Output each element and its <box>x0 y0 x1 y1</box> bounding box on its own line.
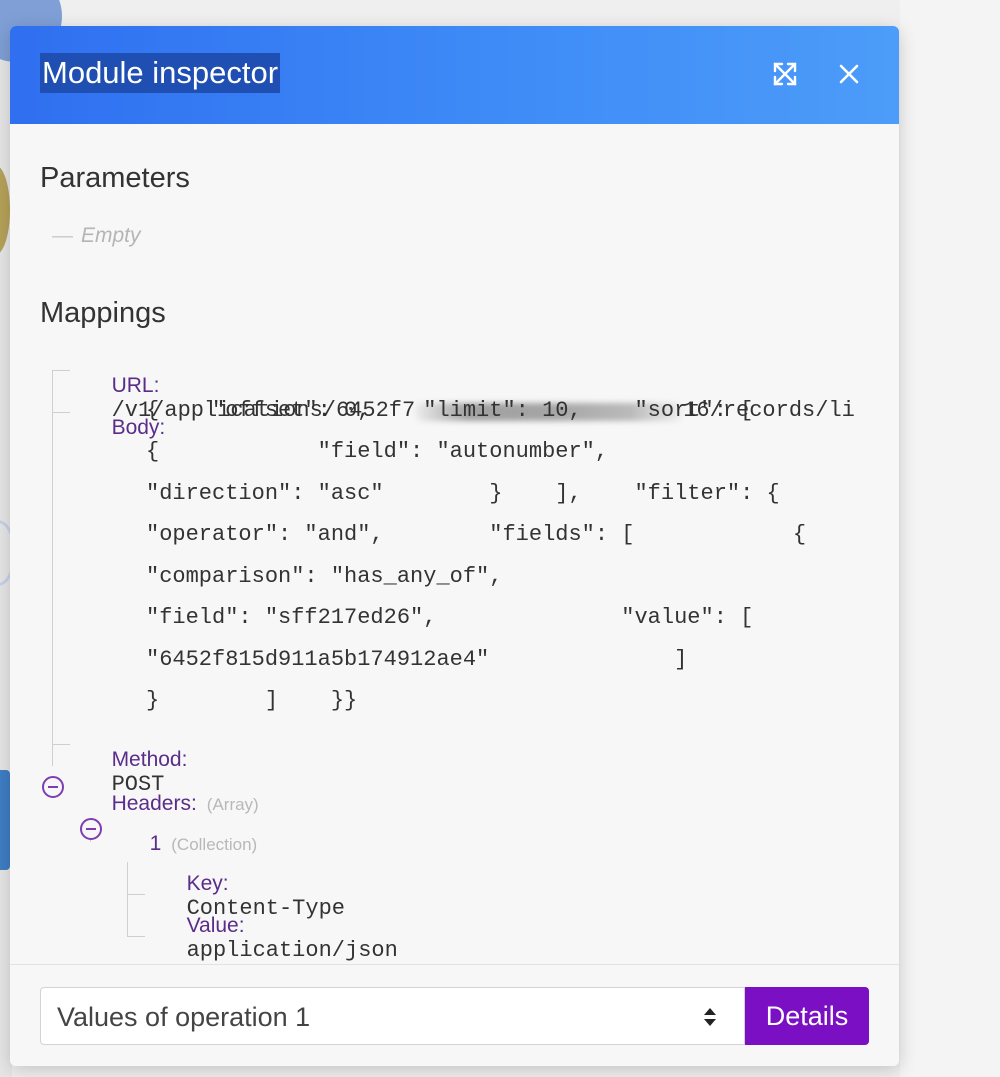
tree-line <box>52 370 70 371</box>
body-line: "field": "sff217ed26", "value": [ <box>146 605 754 630</box>
header-key-label: Key: <box>186 872 229 895</box>
headers-collapse-toggle[interactable] <box>42 776 64 798</box>
tree-line <box>52 412 70 413</box>
parameters-empty: — Empty <box>52 224 141 248</box>
tree-line <box>127 894 145 895</box>
sort-arrows-icon <box>704 1008 716 1026</box>
details-button[interactable]: Details <box>745 987 869 1045</box>
header-value-label: Value: <box>186 914 245 937</box>
operation-select-value: Values of operation 1 <box>57 1002 311 1032</box>
screen: Module inspector Parameters — Empty Mapp… <box>0 0 1000 1077</box>
tree-line <box>127 936 145 937</box>
header-item-type: (Collection) <box>171 835 258 854</box>
background-module-node <box>0 770 10 870</box>
dialog-title: Module inspector <box>40 53 281 93</box>
expand-arrows-icon[interactable] <box>770 59 800 89</box>
dialog-body: Parameters — Empty Mappings URL: /v1/appl… <box>10 124 899 963</box>
body-line: "direction": "asc" } ], "filter": { <box>146 481 780 506</box>
url-key: URL: <box>111 374 160 397</box>
parameters-heading: Parameters <box>40 162 190 194</box>
dialog-header: Module inspector <box>10 26 899 124</box>
headers-key: Headers: <box>111 792 197 815</box>
body-line: { "offset": 0, "limit": 10, "sort": [ <box>146 398 754 423</box>
background-canvas <box>900 0 1000 1077</box>
operation-select[interactable]: Values of operation 1 <box>40 987 745 1045</box>
module-inspector-dialog: Module inspector Parameters — Empty Mapp… <box>10 26 899 1066</box>
tree-dash: — <box>52 224 73 247</box>
body-line: "6452f815d911a5b174912ae4" ] <box>146 647 688 672</box>
headers-type: (Array) <box>206 795 259 814</box>
body-line: } ] }} <box>146 688 358 713</box>
tree-line <box>52 744 70 745</box>
close-icon[interactable] <box>834 59 864 89</box>
empty-label: Empty <box>81 224 141 247</box>
tree-line <box>52 370 53 766</box>
body-line: { "field": "autonumber", <box>146 439 609 464</box>
dialog-footer: Values of operation 1 Details <box>10 964 899 1066</box>
header-value-value: application/json <box>186 938 398 963</box>
mappings-heading: Mappings <box>40 297 166 329</box>
body-line: "operator": "and", "fields": [ { <box>146 522 807 547</box>
header-item-index: 1 <box>149 832 162 855</box>
method-key: Method: <box>111 748 188 771</box>
body-line: "comparison": "has_any_of", <box>146 564 503 589</box>
header-item-collapse-toggle[interactable] <box>80 818 102 840</box>
